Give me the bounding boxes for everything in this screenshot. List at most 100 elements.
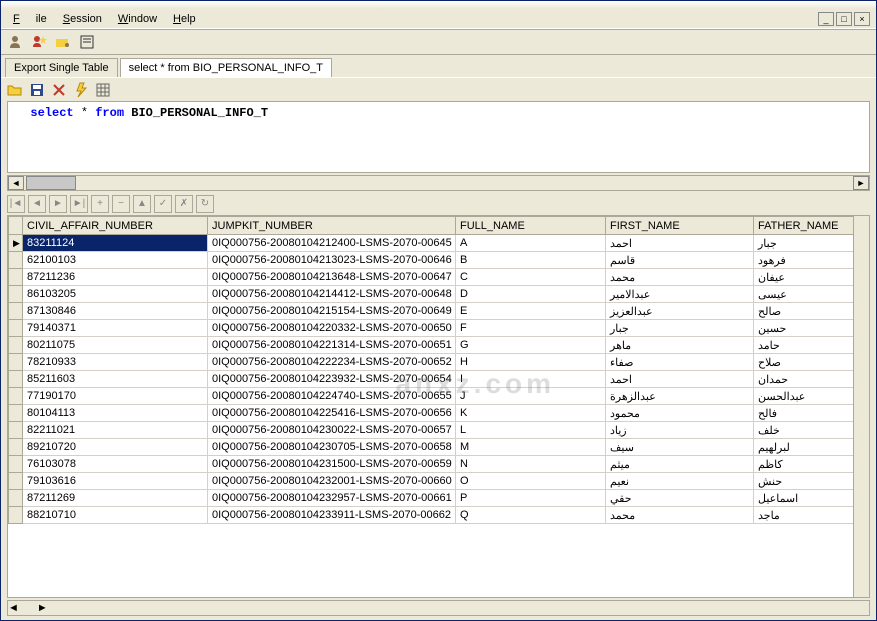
cell[interactable]: G <box>456 337 606 354</box>
nav-first-button[interactable]: |◄ <box>7 195 25 213</box>
cell[interactable]: 83211124 <box>23 235 208 252</box>
save-icon[interactable] <box>29 82 45 98</box>
cell[interactable]: 0IQ000756-20080104231500-LSMS-2070-00659 <box>208 456 456 473</box>
cell[interactable]: 77190170 <box>23 388 208 405</box>
maximize-button[interactable]: □ <box>836 12 852 26</box>
table-row[interactable]: 882107100IQ000756-20080104233911-LSMS-20… <box>9 507 854 524</box>
table-row[interactable]: 852116030IQ000756-20080104223932-LSMS-20… <box>9 371 854 388</box>
cell[interactable]: A <box>456 235 606 252</box>
nav-next-button[interactable]: ► <box>49 195 67 213</box>
cell[interactable]: 0IQ000756-20080104220332-LSMS-2070-00650 <box>208 320 456 337</box>
table-row[interactable]: 872112690IQ000756-20080104232957-LSMS-20… <box>9 490 854 507</box>
cell[interactable]: زياد <box>606 422 754 439</box>
execute-icon[interactable] <box>73 82 89 98</box>
cell[interactable]: 0IQ000756-20080104213023-LSMS-2070-00646 <box>208 252 456 269</box>
cell[interactable]: J <box>456 388 606 405</box>
cell[interactable]: C <box>456 269 606 286</box>
cell[interactable]: جبار <box>754 235 854 252</box>
grid-scroll-right-icon[interactable]: ► <box>37 602 48 614</box>
cell[interactable]: 86103205 <box>23 286 208 303</box>
commit-button[interactable]: ✓ <box>154 195 172 213</box>
cell[interactable]: 0IQ000756-20080104221314-LSMS-2070-00651 <box>208 337 456 354</box>
cell[interactable]: N <box>456 456 606 473</box>
cell[interactable]: O <box>456 473 606 490</box>
table-row[interactable]: 771901700IQ000756-20080104224740-LSMS-20… <box>9 388 854 405</box>
add-row-button[interactable]: + <box>91 195 109 213</box>
cell[interactable]: H <box>456 354 606 371</box>
cell[interactable]: 78210933 <box>23 354 208 371</box>
cell[interactable]: 0IQ000756-20080104223932-LSMS-2070-00654 <box>208 371 456 388</box>
cell[interactable]: Q <box>456 507 606 524</box>
menu-file[interactable]: File <box>5 11 55 27</box>
sql-editor[interactable]: select * from BIO_PERSONAL_INFO_T <box>7 101 870 173</box>
cell[interactable]: قاسم <box>606 252 754 269</box>
cell[interactable]: 0IQ000756-20080104232957-LSMS-2070-00661 <box>208 490 456 507</box>
table-row[interactable]: 871308460IQ000756-20080104215154-LSMS-20… <box>9 303 854 320</box>
cell[interactable]: عبدالامير <box>606 286 754 303</box>
cell[interactable]: حمدان <box>754 371 854 388</box>
col-first-name[interactable]: FIRST_NAME <box>606 217 754 235</box>
cell[interactable]: خلف <box>754 422 854 439</box>
cell[interactable]: 85211603 <box>23 371 208 388</box>
menu-session[interactable]: Session <box>55 11 110 27</box>
cell[interactable]: 87130846 <box>23 303 208 320</box>
table-row[interactable]: 791036160IQ000756-20080104232001-LSMS-20… <box>9 473 854 490</box>
cell[interactable]: M <box>456 439 606 456</box>
grid-scroll-left-icon[interactable]: ◄ <box>8 602 19 614</box>
table-row[interactable]: 791403710IQ000756-20080104220332-LSMS-20… <box>9 320 854 337</box>
cell[interactable]: 0IQ000756-20080104233911-LSMS-2070-00662 <box>208 507 456 524</box>
cell[interactable]: ماهر <box>606 337 754 354</box>
minimize-button[interactable]: _ <box>818 12 834 26</box>
cell[interactable]: احمد <box>606 371 754 388</box>
cell[interactable]: 82211021 <box>23 422 208 439</box>
editor-hscroll[interactable]: ◄ ► <box>7 175 870 191</box>
menu-window[interactable]: Window <box>110 11 165 27</box>
grid-hscroll[interactable]: ◄ ► <box>7 600 870 616</box>
user-icon[interactable] <box>7 34 23 50</box>
cell[interactable]: احمد <box>606 235 754 252</box>
cell[interactable]: 0IQ000756-20080104214412-LSMS-2070-00648 <box>208 286 456 303</box>
grid-icon[interactable] <box>95 82 111 98</box>
col-full-name[interactable]: FULL_NAME <box>456 217 606 235</box>
cell[interactable]: 0IQ000756-20080104230705-LSMS-2070-00658 <box>208 439 456 456</box>
table-row[interactable]: 861032050IQ000756-20080104214412-LSMS-20… <box>9 286 854 303</box>
star-user-icon[interactable] <box>31 34 47 50</box>
menu-help[interactable]: Help <box>165 11 204 27</box>
cell[interactable]: نعيم <box>606 473 754 490</box>
cell[interactable]: صلاح <box>754 354 854 371</box>
tab-export[interactable]: Export Single Table <box>5 58 118 77</box>
cell[interactable]: K <box>456 405 606 422</box>
cell[interactable]: كاظم <box>754 456 854 473</box>
cell[interactable]: 79103616 <box>23 473 208 490</box>
cell[interactable]: 89210720 <box>23 439 208 456</box>
cell[interactable]: I <box>456 371 606 388</box>
cell[interactable]: 0IQ000756-20080104213648-LSMS-2070-00647 <box>208 269 456 286</box>
table-row[interactable]: 822110210IQ000756-20080104230022-LSMS-20… <box>9 422 854 439</box>
cancel-button[interactable]: ✗ <box>175 195 193 213</box>
cell[interactable]: 0IQ000756-20080104215154-LSMS-2070-00649 <box>208 303 456 320</box>
report-icon[interactable] <box>79 34 95 50</box>
col-civil-affair[interactable]: CIVIL_AFFAIR_NUMBER <box>23 217 208 235</box>
table-row[interactable]: 621001030IQ000756-20080104213023-LSMS-20… <box>9 252 854 269</box>
close-button[interactable]: × <box>854 12 870 26</box>
table-row[interactable]: 802110750IQ000756-20080104221314-LSMS-20… <box>9 337 854 354</box>
col-father-name[interactable]: FATHER_NAME <box>754 217 854 235</box>
refresh-button[interactable]: ↻ <box>196 195 214 213</box>
col-jumpkit[interactable]: JUMPKIT_NUMBER <box>208 217 456 235</box>
cell[interactable]: E <box>456 303 606 320</box>
cell[interactable]: عبدالحسن <box>754 388 854 405</box>
nav-prev-button[interactable]: ◄ <box>28 195 46 213</box>
cell[interactable]: حنش <box>754 473 854 490</box>
cell[interactable]: حقي <box>606 490 754 507</box>
scroll-right-icon[interactable]: ► <box>853 176 869 190</box>
cell[interactable]: فرهود <box>754 252 854 269</box>
delete-icon[interactable] <box>51 82 67 98</box>
cell[interactable]: 0IQ000756-20080104222234-LSMS-2070-00652 <box>208 354 456 371</box>
cell[interactable]: محمد <box>606 507 754 524</box>
cell[interactable]: جبار <box>606 320 754 337</box>
cell[interactable]: 76103078 <box>23 456 208 473</box>
cell[interactable]: ماجد <box>754 507 854 524</box>
open-icon[interactable] <box>7 82 23 98</box>
edit-row-button[interactable]: ▲ <box>133 195 151 213</box>
cell[interactable]: عيسى <box>754 286 854 303</box>
